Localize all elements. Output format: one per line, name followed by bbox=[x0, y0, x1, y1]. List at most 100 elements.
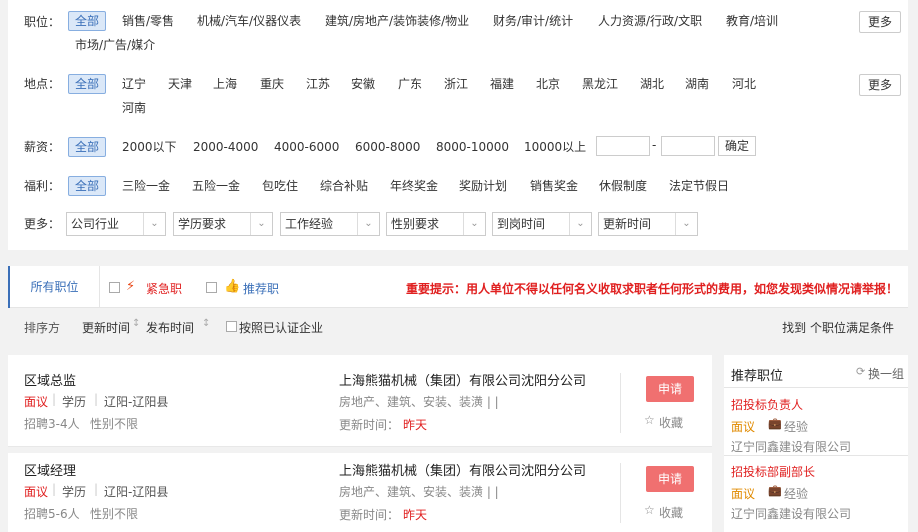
location-chip-anhui[interactable]: 安徽 bbox=[351, 75, 375, 95]
sort-bar: 排序方 更新时间 ↕ 发布时间 ↕ 按照已认证企业 找到 个职位满足条件 bbox=[8, 309, 908, 343]
position-chip-education[interactable]: 教育/培训 bbox=[726, 12, 778, 32]
update-time-select[interactable]: 更新时间 ⌄ bbox=[598, 212, 698, 236]
location-chip-shanghai[interactable]: 上海 bbox=[213, 75, 237, 95]
star-icon[interactable]: ☆ bbox=[644, 413, 655, 427]
location-chip-zhejiang[interactable]: 浙江 bbox=[444, 75, 468, 95]
divider: | bbox=[94, 482, 99, 496]
tab-recommended-label[interactable]: 推荐职 bbox=[243, 280, 279, 297]
favorite-button[interactable]: 收藏 bbox=[659, 504, 683, 521]
welfare-chip-room-board[interactable]: 包吃住 bbox=[262, 177, 298, 197]
position-chip-hr[interactable]: 人力资源/行政/文职 bbox=[598, 12, 702, 32]
update-time-label: 更新时间： bbox=[339, 418, 400, 432]
experience-select[interactable]: 工作经验 ⌄ bbox=[280, 212, 380, 236]
salary-chip-over-10000[interactable]: 10000以上 bbox=[524, 138, 586, 158]
update-time-value: 昨天 bbox=[403, 418, 428, 432]
chevron-down-icon: ⌄ bbox=[143, 213, 165, 235]
job-list: 区域总监 面议 | 学历 | 辽阳-辽阳县 招聘3-4人 性别不限 上海熊猫机械… bbox=[8, 355, 712, 532]
location-chip-hebei[interactable]: 河北 bbox=[732, 75, 756, 95]
location-chip-hubei[interactable]: 湖北 bbox=[640, 75, 664, 95]
salary-confirm-button[interactable]: 确定 bbox=[718, 136, 756, 156]
location-chip-heilongjiang[interactable]: 黑龙江 bbox=[582, 75, 618, 95]
welfare-chip-subsidy[interactable]: 综合补贴 bbox=[320, 177, 368, 197]
welfare-chip-holidays[interactable]: 法定节假日 bbox=[669, 177, 729, 197]
sort-publish-time[interactable]: 发布时间 bbox=[146, 319, 194, 336]
location-chip-guangdong[interactable]: 广东 bbox=[398, 75, 422, 95]
tab-all-jobs[interactable]: 所有职位 bbox=[8, 266, 100, 308]
education-select[interactable]: 学历要求 ⌄ bbox=[173, 212, 273, 236]
job-education: 学历 bbox=[62, 395, 87, 409]
salary-chip-2000-4000[interactable]: 2000-4000 bbox=[193, 138, 258, 158]
location-chip-chongqing[interactable]: 重庆 bbox=[260, 75, 284, 95]
sidebar-job-title[interactable]: 招投标负责人 bbox=[731, 396, 803, 413]
job-gender: 性别不限 bbox=[90, 417, 139, 431]
tab-urgent-label[interactable]: 紧急职 bbox=[146, 280, 182, 297]
urgent-checkbox[interactable] bbox=[109, 282, 120, 293]
location-chip-liaoning[interactable]: 辽宁 bbox=[122, 75, 146, 95]
sidebar-job-company[interactable]: 辽宁同鑫建设有限公司 bbox=[731, 438, 851, 455]
divider bbox=[620, 463, 621, 523]
recommended-jobs-sidebar: 推荐职位 ⟳ 换一组 招投标负责人 面议 💼 经验 辽宁同鑫建设有限公司 招投标… bbox=[724, 355, 908, 532]
job-salary: 面议 bbox=[24, 395, 49, 409]
sidebar-job-salary: 面议 bbox=[731, 487, 756, 501]
job-card: 区域经理 面议 | 学历 | 辽阳-辽阳县 招聘5-6人 性别不限 上海熊猫机械… bbox=[8, 453, 712, 532]
position-chip-finance[interactable]: 财务/审计/统计 bbox=[493, 12, 573, 32]
chevron-down-icon: ⌄ bbox=[675, 213, 697, 235]
salary-chip-6000-8000[interactable]: 6000-8000 bbox=[355, 138, 420, 158]
salary-chip-8000-10000[interactable]: 8000-10000 bbox=[436, 138, 509, 158]
company-name[interactable]: 上海熊猫机械（集团）有限公司沈阳分公司 bbox=[339, 370, 586, 389]
education-select-value: 学历要求 bbox=[178, 217, 227, 231]
location-chip-tianjin[interactable]: 天津 bbox=[168, 75, 192, 95]
salary-max-input[interactable] bbox=[661, 136, 715, 156]
salary-min-input[interactable] bbox=[596, 136, 650, 156]
certified-filter-label[interactable]: 按照已认证企业 bbox=[239, 319, 323, 336]
apply-button[interactable]: 申请 bbox=[646, 376, 694, 402]
recommended-checkbox[interactable] bbox=[206, 282, 217, 293]
welfare-chip-reward-plan[interactable]: 奖励计划 bbox=[459, 177, 507, 197]
welfare-all-chip[interactable]: 全部 bbox=[68, 176, 107, 196]
job-title[interactable]: 区域总监 bbox=[24, 370, 76, 389]
welfare-chip-5-insurance[interactable]: 五险一金 bbox=[192, 177, 240, 197]
location-filter-label: 地点： bbox=[24, 77, 61, 91]
location-chip-fujian[interactable]: 福建 bbox=[490, 75, 514, 95]
location-chip-jiangsu[interactable]: 江苏 bbox=[306, 75, 330, 95]
position-chip-sales[interactable]: 销售/零售 bbox=[122, 12, 174, 32]
position-more-button[interactable]: 更多 bbox=[859, 11, 901, 33]
location-chip-henan[interactable]: 河南 bbox=[122, 99, 146, 119]
position-chip-machinery[interactable]: 机械/汽车/仪器仪表 bbox=[197, 12, 301, 32]
salary-all-chip[interactable]: 全部 bbox=[68, 137, 107, 157]
company-name[interactable]: 上海熊猫机械（集团）有限公司沈阳分公司 bbox=[339, 460, 586, 479]
salary-chip-under-2000[interactable]: 2000以下 bbox=[122, 138, 177, 158]
sidebar-job-title[interactable]: 招投标部副部长 bbox=[731, 463, 815, 480]
location-chip-beijing[interactable]: 北京 bbox=[536, 75, 560, 95]
chevron-down-icon: ⌄ bbox=[250, 213, 272, 235]
star-icon[interactable]: ☆ bbox=[644, 503, 655, 517]
welfare-chip-year-end-bonus[interactable]: 年终奖金 bbox=[390, 177, 438, 197]
result-count-text: 找到 个职位满足条件 bbox=[782, 321, 894, 335]
location-all-chip[interactable]: 全部 bbox=[68, 74, 107, 94]
salary-chip-4000-6000[interactable]: 4000-6000 bbox=[274, 138, 339, 158]
sidebar-job-company[interactable]: 辽宁同鑫建设有限公司 bbox=[731, 505, 851, 522]
job-title[interactable]: 区域经理 bbox=[24, 460, 76, 479]
favorite-button[interactable]: 收藏 bbox=[659, 414, 683, 431]
location-more-button[interactable]: 更多 bbox=[859, 74, 901, 96]
sort-update-time[interactable]: 更新时间 bbox=[82, 319, 130, 336]
welfare-chip-sales-bonus[interactable]: 销售奖金 bbox=[530, 177, 578, 197]
job-education: 学历 bbox=[62, 485, 87, 499]
position-chip-marketing[interactable]: 市场/广告/媒介 bbox=[75, 36, 155, 56]
job-gender: 性别不限 bbox=[90, 507, 139, 521]
update-time-value: 昨天 bbox=[403, 508, 428, 522]
apply-button[interactable]: 申请 bbox=[646, 466, 694, 492]
refresh-button[interactable]: 换一组 bbox=[868, 365, 904, 382]
gender-select[interactable]: 性别要求 ⌄ bbox=[386, 212, 486, 236]
job-headcount: 招聘3-4人 bbox=[24, 417, 80, 431]
arrival-time-select[interactable]: 到岗时间 ⌄ bbox=[492, 212, 592, 236]
position-all-chip[interactable]: 全部 bbox=[68, 11, 107, 31]
position-chip-construction[interactable]: 建筑/房地产/装饰装修/物业 bbox=[325, 12, 469, 32]
briefcase-icon: 💼 bbox=[768, 417, 782, 430]
certified-checkbox[interactable] bbox=[226, 321, 237, 332]
welfare-chip-3-insurance[interactable]: 三险一金 bbox=[122, 177, 170, 197]
location-chip-hunan[interactable]: 湖南 bbox=[685, 75, 709, 95]
refresh-icon[interactable]: ⟳ bbox=[856, 365, 865, 378]
industry-select[interactable]: 公司行业 ⌄ bbox=[66, 212, 166, 236]
welfare-chip-vacation[interactable]: 休假制度 bbox=[599, 177, 647, 197]
